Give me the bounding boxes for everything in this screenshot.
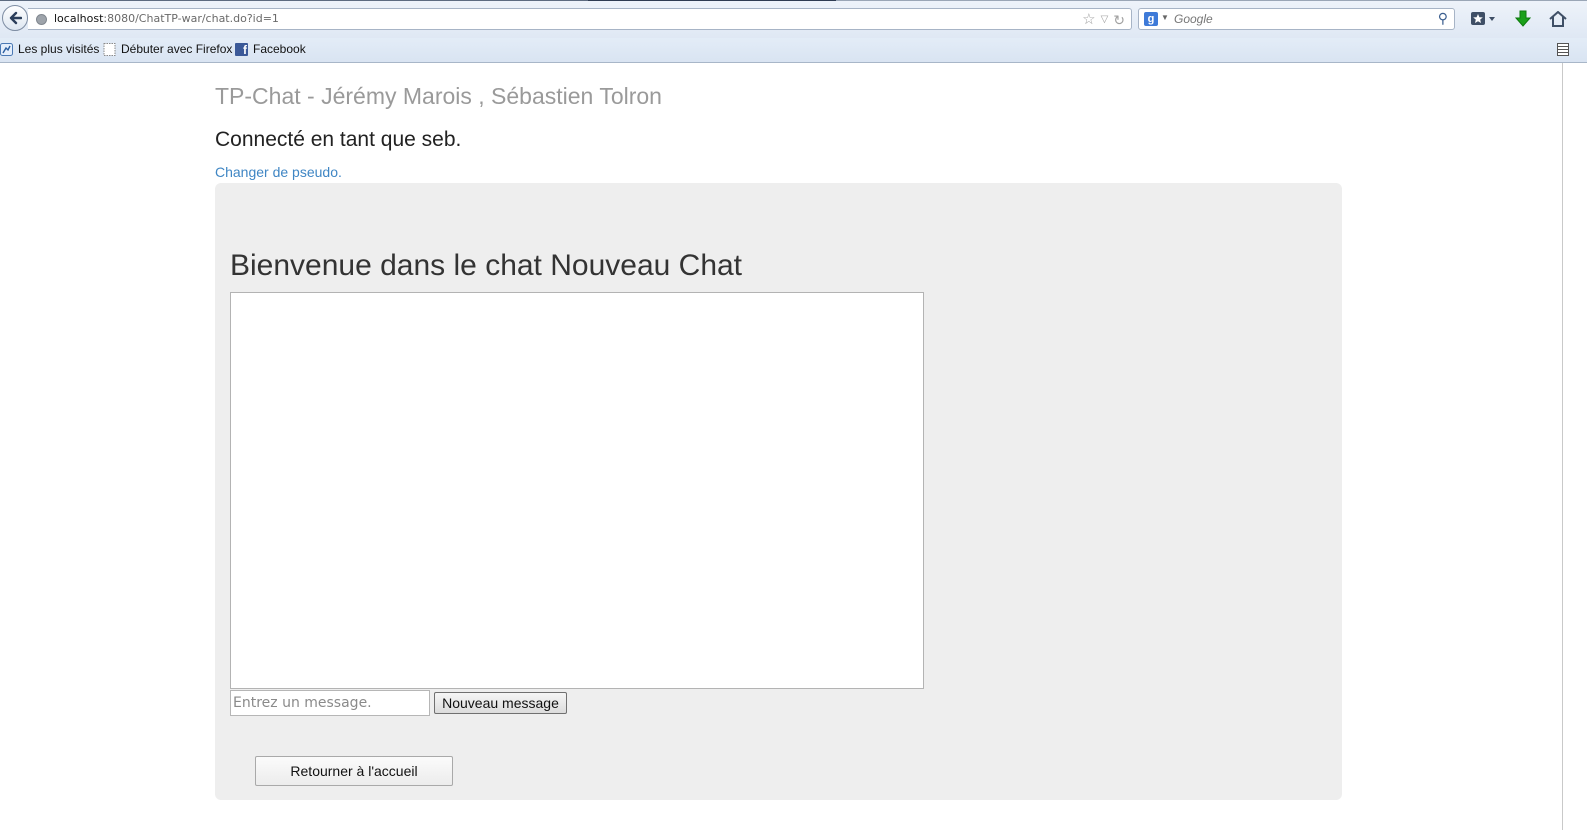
- sidebar-toggle-icon[interactable]: [1557, 43, 1569, 56]
- address-bar[interactable]: localhost:8080/ChatTP-war/chat.do?id=1 ☆…: [28, 8, 1132, 30]
- tab-strip-edge: [0, 0, 1587, 1]
- page-title: TP-Chat - Jérémy Marois , Sébastien Tolr…: [215, 83, 662, 109]
- site-identity-icon[interactable]: [36, 14, 47, 25]
- facebook-icon: f: [235, 42, 248, 57]
- page-scroll-gutter[interactable]: [1562, 63, 1587, 830]
- search-placeholder: Google: [1174, 12, 1213, 26]
- search-bar[interactable]: g ▼ Google ⚲: [1138, 8, 1455, 30]
- home-button[interactable]: [1548, 9, 1568, 29]
- home-icon: [1549, 11, 1567, 27]
- back-to-home-button[interactable]: Retourner à l'accueil: [255, 756, 453, 786]
- downloads-button[interactable]: [1513, 9, 1533, 29]
- bookmarks-menu-button[interactable]: [1467, 9, 1499, 29]
- address-text[interactable]: localhost:8080/ChatTP-war/chat.do?id=1: [54, 12, 279, 25]
- back-button[interactable]: [2, 5, 28, 31]
- browser-toolbar: localhost:8080/ChatTP-war/chat.do?id=1 ☆…: [0, 0, 1587, 38]
- most-visited-icon: [0, 42, 13, 56]
- change-pseudo-link[interactable]: Changer de pseudo.: [215, 164, 342, 180]
- google-engine-icon[interactable]: g: [1144, 12, 1158, 26]
- chat-messages-area[interactable]: [230, 292, 924, 689]
- blank-page-icon: [103, 42, 116, 56]
- bookmarks-menu-icon: [1471, 12, 1495, 25]
- download-arrow-icon: [1515, 10, 1531, 27]
- bookmark-getting-started[interactable]: Débuter avec Firefox: [103, 42, 232, 56]
- logged-in-status: Connecté en tant que seb.: [215, 128, 462, 151]
- engine-dropdown-icon[interactable]: ▼: [1161, 13, 1169, 22]
- back-arrow-icon: [9, 11, 22, 25]
- send-message-button[interactable]: Nouveau message: [434, 692, 567, 714]
- bookmarks-toolbar: Les plus visités Débuter avec Firefox f …: [0, 38, 1587, 63]
- history-dropdown-icon[interactable]: ▽: [1101, 10, 1109, 30]
- chat-title: Bienvenue dans le chat Nouveau Chat: [230, 249, 743, 282]
- chat-panel: Bienvenue dans le chat Nouveau Chat Nouv…: [215, 183, 1342, 800]
- bookmark-facebook[interactable]: f Facebook: [235, 42, 306, 57]
- bookmark-most-visited[interactable]: Les plus visités: [0, 42, 99, 56]
- search-magnifier-icon[interactable]: ⚲: [1438, 10, 1448, 27]
- bookmark-star-icon[interactable]: ☆: [1082, 10, 1095, 30]
- message-input[interactable]: [230, 690, 430, 716]
- reload-icon[interactable]: ↻: [1113, 10, 1125, 30]
